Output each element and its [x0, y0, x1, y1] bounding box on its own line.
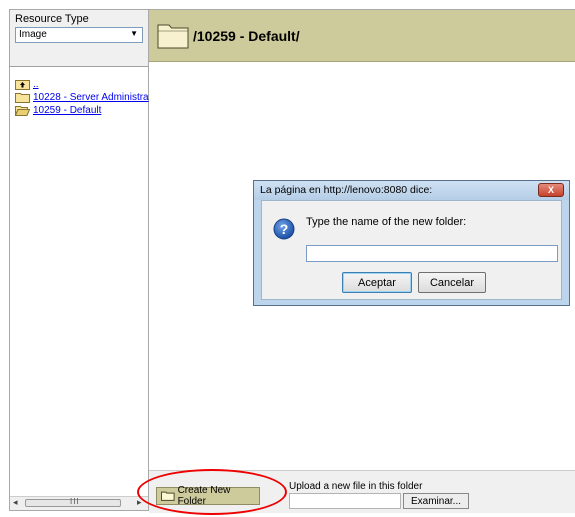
current-folder-path: /10259 - Default/ — [193, 28, 300, 44]
resource-type-label: Resource Type — [15, 13, 89, 25]
tree-item-parent[interactable]: .. — [15, 78, 39, 91]
folder-icon — [157, 24, 189, 49]
folder-icon — [161, 491, 175, 501]
folder-actions-bar: Create New Folder Upload a new file in t… — [149, 470, 575, 513]
cancel-button-label: Cancelar — [429, 276, 475, 289]
ok-button-label: Aceptar — [358, 276, 396, 289]
prompt-dialog: La página en http://lenovo:8080 dice: X … — [253, 180, 570, 306]
close-icon: X — [547, 185, 554, 195]
create-new-folder-button[interactable]: Create New Folder — [156, 485, 260, 507]
cancel-button[interactable]: Cancelar — [418, 272, 486, 293]
tree-item-10259[interactable]: 10259 - Default — [15, 104, 101, 117]
folder-up-icon — [15, 80, 30, 90]
scrollbar-thumb[interactable]: III — [25, 497, 121, 507]
dialog-titlebar[interactable]: La página en http://lenovo:8080 dice: X — [254, 181, 569, 200]
create-new-folder-label: Create New Folder — [177, 485, 231, 507]
chevron-down-icon[interactable]: ▼ — [130, 29, 138, 38]
tree-item-10228[interactable]: 10228 - Server Administra — [15, 91, 149, 104]
ok-button[interactable]: Aceptar — [342, 272, 412, 293]
close-button[interactable]: X — [538, 183, 564, 197]
folder-name-input[interactable] — [306, 245, 558, 262]
scroll-left-icon[interactable]: ◂ — [13, 497, 18, 508]
tree-item-label[interactable]: 10228 - Server Administra — [33, 92, 149, 103]
resource-type-value: Image — [19, 29, 47, 40]
scrollbar-grip: III — [70, 497, 80, 506]
folder-open-icon — [15, 106, 30, 116]
folder-header: /10259 - Default/ — [149, 10, 575, 62]
question-icon: ? — [273, 218, 295, 240]
browse-button[interactable]: Examinar... — [403, 493, 469, 509]
horizontal-scrollbar[interactable]: ◂ III ▸ — [10, 496, 148, 510]
scroll-right-icon[interactable]: ▸ — [137, 497, 142, 508]
folder-tree-pane: Resource Type Image ▼ .. 10228 - Server … — [9, 9, 149, 511]
dialog-title: La página en http://lenovo:8080 dice: — [260, 184, 433, 196]
dialog-body: ? Type the name of the new folder: Acept… — [261, 200, 562, 300]
dialog-message: Type the name of the new folder: — [306, 216, 467, 228]
tree-item-label[interactable]: .. — [33, 79, 39, 90]
folder-icon — [15, 93, 30, 103]
svg-text:?: ? — [280, 221, 289, 237]
browse-button-label: Examinar... — [410, 495, 462, 507]
upload-label: Upload a new file in this folder — [289, 481, 423, 492]
resource-type-select[interactable]: Image ▼ — [15, 27, 143, 43]
upload-file-path-input[interactable] — [289, 493, 401, 509]
resource-type-panel: Resource Type Image ▼ — [10, 10, 148, 67]
tree-item-label[interactable]: 10259 - Default — [33, 105, 101, 116]
